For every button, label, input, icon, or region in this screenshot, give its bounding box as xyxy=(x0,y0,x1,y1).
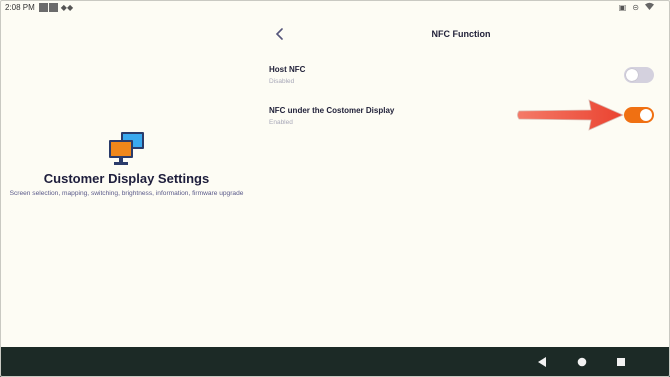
system-icons: ▣ ⊝ xyxy=(619,2,654,13)
toggle-knob xyxy=(640,109,652,121)
wifi-icon xyxy=(645,2,654,13)
home-circle-icon xyxy=(577,357,587,367)
notification-square-icon xyxy=(38,3,48,12)
nav-back-button[interactable] xyxy=(534,354,550,370)
setting-status: Enabled xyxy=(269,119,293,126)
setting-status: Disabled xyxy=(269,78,295,85)
status-bar: 2:08 PM ◆◆ ▣ ⊝ xyxy=(0,0,670,15)
monitor-icon xyxy=(108,131,146,167)
cast-icon: ▣ xyxy=(618,2,627,12)
setting-label: Host NFC xyxy=(269,65,306,74)
nfc-customer-display-toggle[interactable] xyxy=(624,107,654,123)
notification-diamond-icon: ◆◆ xyxy=(60,3,74,12)
do-not-disturb-icon: ⊝ xyxy=(632,2,639,12)
navigation-bar xyxy=(0,347,670,377)
host-nfc-toggle[interactable] xyxy=(624,67,654,83)
screen-frame xyxy=(0,0,670,377)
toggle-knob xyxy=(626,69,638,81)
panel-subtitle: Screen selection, mapping, switching, br… xyxy=(9,190,244,197)
page-title: NFC Function xyxy=(431,29,491,39)
back-triangle-icon xyxy=(538,357,546,367)
red-arrow-icon xyxy=(515,98,627,132)
notification-square-icon xyxy=(48,3,58,12)
chevron-left-icon xyxy=(275,28,283,40)
nav-home-button[interactable] xyxy=(574,354,590,370)
status-time: 2:08 PM xyxy=(5,3,35,12)
setting-label: NFC under the Costomer Display xyxy=(269,106,395,115)
recents-square-icon xyxy=(617,358,625,366)
back-button[interactable] xyxy=(272,26,288,42)
panel-title: Customer Display Settings xyxy=(43,171,210,186)
nav-recents-button[interactable] xyxy=(613,354,629,370)
